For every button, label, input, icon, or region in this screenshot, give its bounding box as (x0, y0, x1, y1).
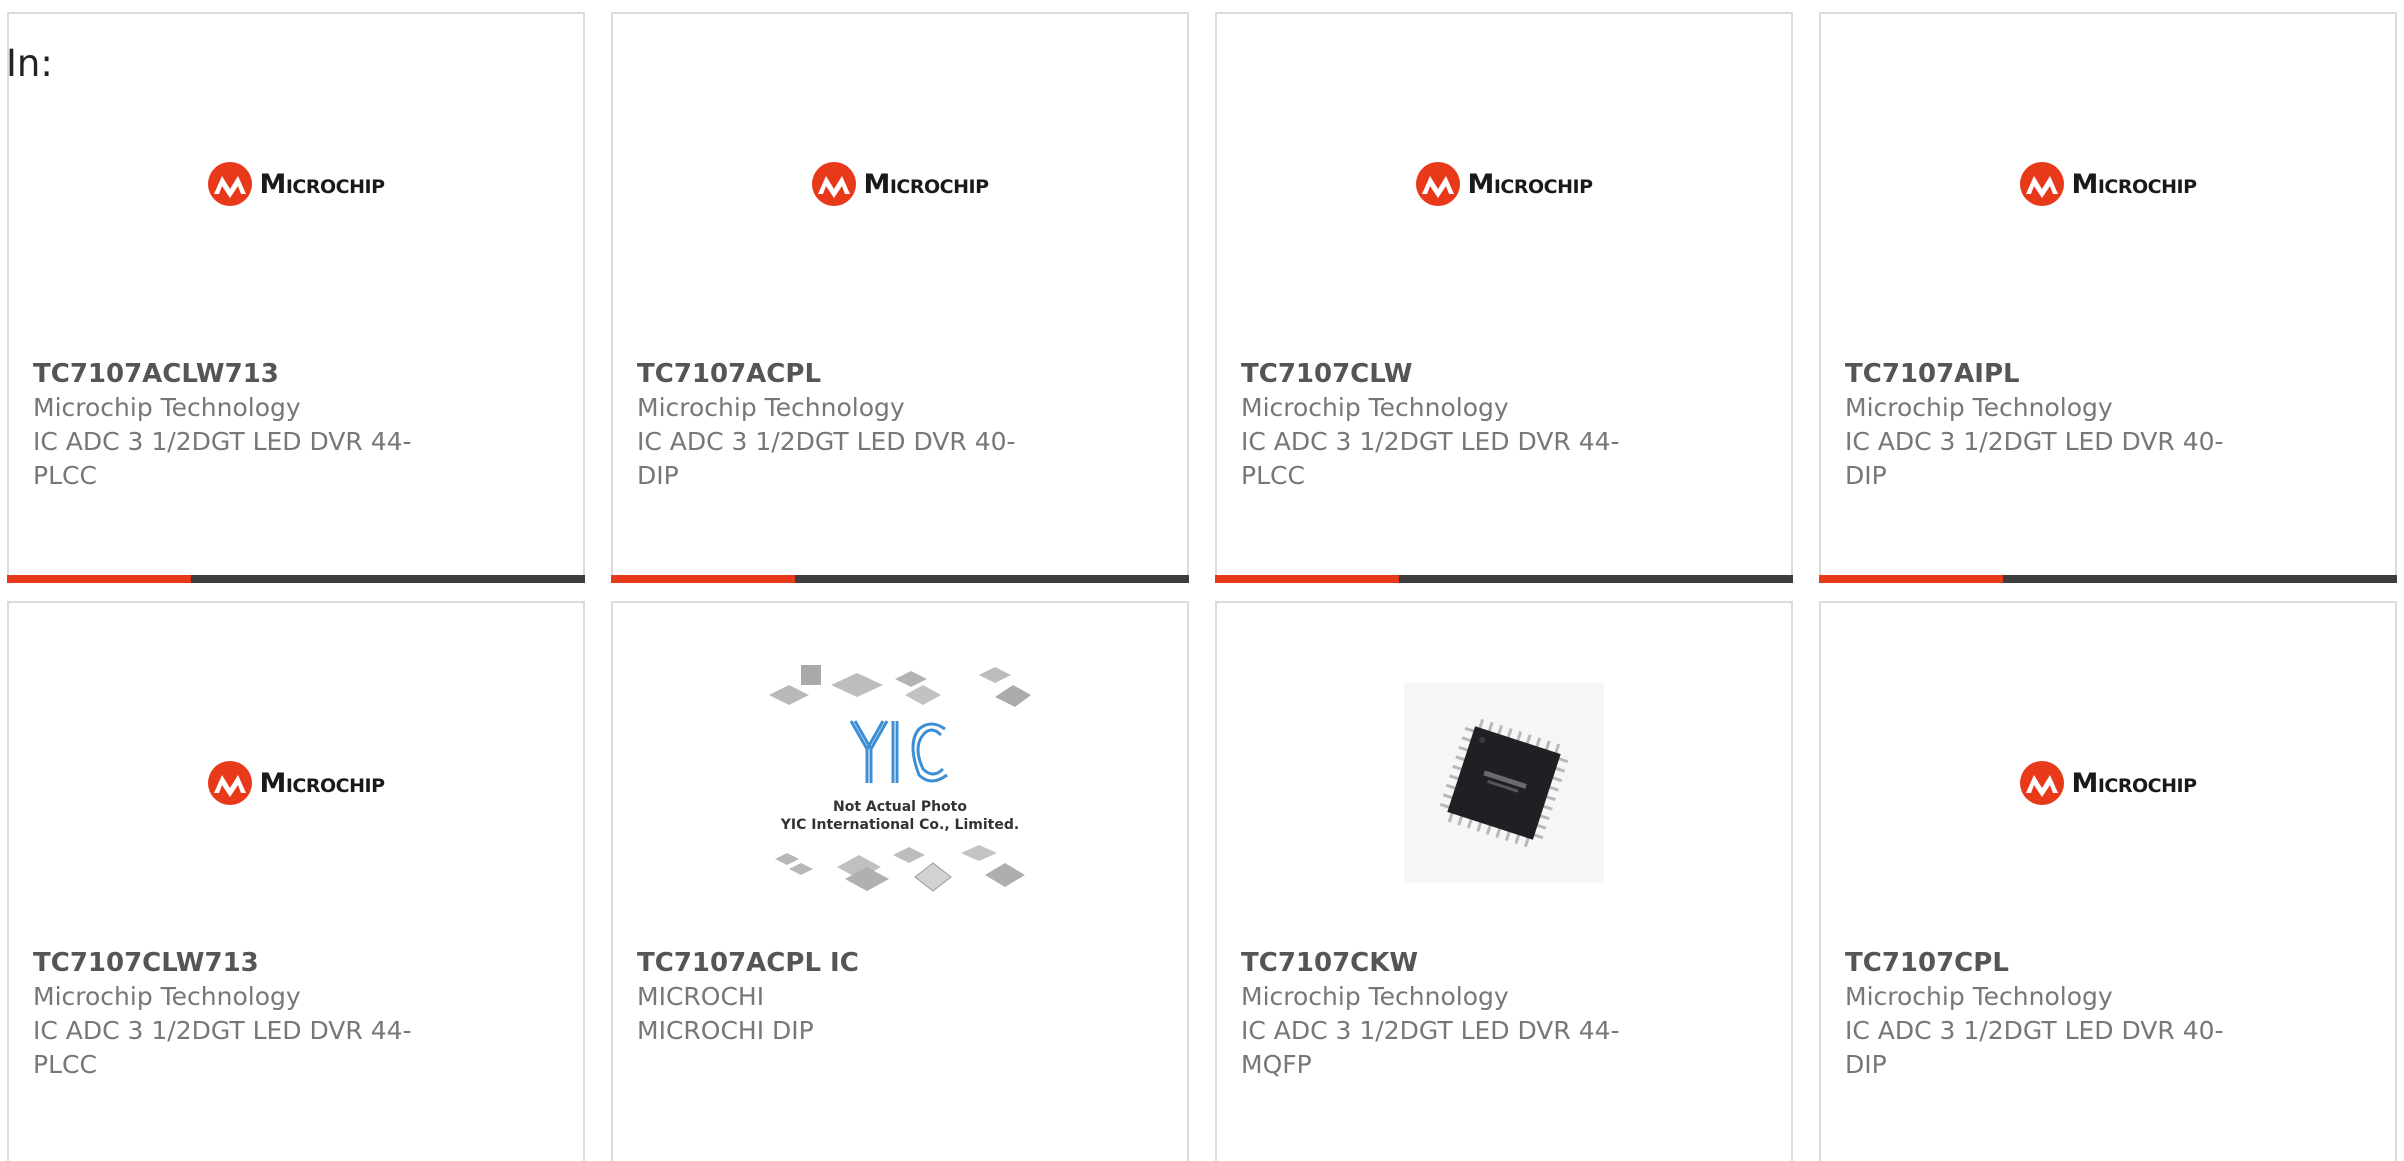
chip-shape-icon (995, 685, 1031, 707)
chip-shape-icon (914, 862, 952, 892)
product-image[interactable]: Not Actual Photo YIC International Co., … (613, 663, 1187, 903)
card-bar-accent (611, 575, 795, 583)
microchip-logo: Microchip (207, 161, 385, 207)
product-image[interactable]: Microchip (1821, 64, 2395, 304)
microchip-logo: Microchip (1415, 161, 1593, 207)
manufacturer: Microchip Technology (1845, 393, 2113, 422)
part-number-link[interactable]: TC7107CKW (1241, 946, 1661, 980)
description: IC ADC 3 1/2DGT LED DVR 44-PLCC (1241, 427, 1620, 490)
product-info: TC7107ACPL IC MICROCHI MICROCHI DIP (637, 946, 1057, 1048)
product-card[interactable]: Microchip TC7107ACLW713 Microchip Techno… (7, 12, 585, 583)
manufacturer: Microchip Technology (637, 393, 905, 422)
logo-text: Microchip (1467, 168, 1593, 200)
product-image[interactable]: Microchip (613, 64, 1187, 304)
part-number-link[interactable]: TC7107CPL (1845, 946, 2265, 980)
microchip-logo-icon (2020, 761, 2065, 805)
manufacturer: Microchip Technology (33, 982, 301, 1011)
chip-shape-icon (775, 853, 799, 865)
logo-text: Microchip (2071, 767, 2197, 799)
chip-shape-icon (905, 685, 941, 705)
qfp-chip-icon (1404, 683, 1604, 883)
chip-shape-icon (895, 671, 927, 687)
manufacturer: Microchip Technology (1845, 982, 2113, 1011)
chip-shape-icon (769, 685, 809, 705)
product-info: TC7107ACLW713 Microchip Technology IC AD… (33, 357, 453, 493)
card-bar-accent (1215, 575, 1399, 583)
product-image[interactable] (1217, 663, 1791, 903)
logo-text: Microchip (259, 767, 385, 799)
product-info: TC7107AIPL Microchip Technology IC ADC 3… (1845, 357, 2265, 493)
placeholder-line-1: Not Actual Photo (833, 799, 967, 815)
product-card[interactable]: Microchip TC7107ACPL Microchip Technolog… (611, 12, 1189, 583)
product-image[interactable]: Microchip (1217, 64, 1791, 304)
product-image[interactable]: Microchip (9, 64, 583, 304)
card-bottom-bar (7, 575, 585, 583)
product-card[interactable]: TC7107CKW Microchip Technology IC ADC 3 … (1215, 601, 1793, 1161)
product-info: TC7107CLW713 Microchip Technology IC ADC… (33, 946, 453, 1082)
product-card[interactable]: Microchip TC7107CLW Microchip Technology… (1215, 12, 1793, 583)
card-bottom-bar (1215, 575, 1793, 583)
logo-text: Microchip (863, 168, 989, 200)
manufacturer: Microchip Technology (33, 393, 301, 422)
yic-logo-icon (849, 720, 948, 783)
description: IC ADC 3 1/2DGT LED DVR 40-DIP (1845, 427, 2224, 490)
description: IC ADC 3 1/2DGT LED DVR 44-MQFP (1241, 1016, 1620, 1079)
product-info: TC7107ACPL Microchip Technology IC ADC 3… (637, 357, 1057, 493)
microchip-logo: Microchip (207, 760, 385, 806)
description: IC ADC 3 1/2DGT LED DVR 40-DIP (1845, 1016, 2224, 1079)
manufacturer: Microchip Technology (1241, 982, 1509, 1011)
microchip-logo-icon (2020, 162, 2065, 206)
product-card[interactable]: Not Actual Photo YIC International Co., … (611, 601, 1189, 1161)
chip-shape-icon (893, 847, 925, 863)
product-info: TC7107CLW Microchip Technology IC ADC 3 … (1241, 357, 1661, 493)
logo-text: Microchip (259, 168, 385, 200)
part-number-link[interactable]: TC7107CLW (1241, 357, 1661, 391)
product-image[interactable]: Microchip (1821, 663, 2395, 903)
manufacturer: Microchip Technology (1241, 393, 1509, 422)
card-bar-accent (7, 575, 191, 583)
product-grid-page: In: Microchip TC7107ACLW713 Microchip Te… (0, 0, 2404, 1161)
product-card[interactable]: Microchip TC7107CPL Microchip Technology… (1819, 601, 2397, 1161)
chip-shape-icon (979, 667, 1011, 683)
microchip-logo-icon (1416, 162, 1461, 206)
part-number-link[interactable]: TC7107ACPL (637, 357, 1057, 391)
in-label: In: (6, 42, 53, 85)
chip-shape-icon (831, 673, 883, 697)
card-bar-accent (1819, 575, 2003, 583)
product-info: TC7107CKW Microchip Technology IC ADC 3 … (1241, 946, 1661, 1082)
part-number-link[interactable]: TC7107AIPL (1845, 357, 2265, 391)
microchip-logo: Microchip (2019, 161, 2197, 207)
manufacturer: MICROCHI (637, 982, 765, 1011)
chip-shape-icon (961, 845, 997, 861)
description: IC ADC 3 1/2DGT LED DVR 44-PLCC (33, 427, 412, 490)
card-bottom-bar (1819, 575, 2397, 583)
microchip-logo: Microchip (811, 161, 989, 207)
part-number-link[interactable]: TC7107ACPL IC (637, 946, 1057, 980)
part-number-link[interactable]: TC7107CLW713 (33, 946, 453, 980)
part-number-link[interactable]: TC7107ACLW713 (33, 357, 453, 391)
product-card[interactable]: Microchip TC7107AIPL Microchip Technolog… (1819, 12, 2397, 583)
chip-shape-icon (801, 665, 821, 685)
chip-shape-icon (985, 863, 1025, 887)
product-card[interactable]: Microchip TC7107CLW713 Microchip Technol… (7, 601, 585, 1161)
microchip-logo-icon (208, 162, 253, 206)
product-image[interactable]: Microchip (9, 663, 583, 903)
card-bottom-bar (611, 575, 1189, 583)
product-info: TC7107CPL Microchip Technology IC ADC 3 … (1845, 946, 2265, 1082)
yic-placeholder-image: Not Actual Photo YIC International Co., … (769, 665, 1031, 892)
description: IC ADC 3 1/2DGT LED DVR 40-DIP (637, 427, 1016, 490)
logo-text: Microchip (2071, 168, 2197, 200)
microchip-logo: Microchip (2019, 760, 2197, 806)
description: MICROCHI DIP (637, 1016, 814, 1045)
chip-shape-icon (789, 863, 813, 875)
microchip-logo-icon (208, 761, 253, 805)
placeholder-line-2: YIC International Co., Limited. (780, 817, 1019, 833)
description: IC ADC 3 1/2DGT LED DVR 44-PLCC (33, 1016, 412, 1079)
microchip-logo-icon (812, 162, 857, 206)
